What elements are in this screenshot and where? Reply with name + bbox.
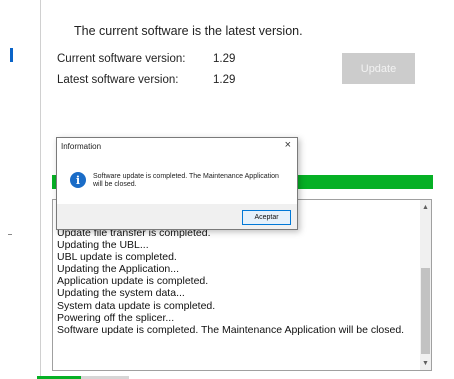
- log-line: UBL update is completed.: [57, 251, 177, 264]
- log-line: System data update is completed.: [57, 299, 216, 312]
- log-line: Updating the system data...: [57, 287, 185, 300]
- sidebar-selection-indicator: [10, 48, 13, 62]
- log-line: Updating the Application...: [57, 263, 180, 276]
- log-line: Application update is completed.: [57, 275, 209, 288]
- scroll-up-arrow-icon[interactable]: ▲: [420, 200, 431, 214]
- scroll-thumb[interactable]: [421, 268, 430, 354]
- status-message: The current software is the latest versi…: [74, 24, 303, 38]
- log-line: Software update is completed. The Mainte…: [57, 323, 405, 336]
- dialog-message: Software update is completed. The Mainte…: [93, 173, 279, 188]
- aceptar-button[interactable]: Aceptar: [242, 210, 291, 225]
- log-scrollbar[interactable]: ▲ ▼: [420, 200, 431, 370]
- update-button[interactable]: Update: [342, 53, 415, 84]
- scroll-down-arrow-icon[interactable]: ▼: [420, 356, 431, 370]
- dialog-title: Information: [61, 142, 102, 151]
- panel-divider: [40, 0, 41, 379]
- log-lines: Update file transfer is completed. Updat…: [57, 227, 404, 336]
- latest-version-label: Latest software version:: [57, 74, 179, 86]
- information-dialog: Information × i Software update is compl…: [56, 137, 298, 230]
- log-line: Updating the UBL...: [57, 239, 149, 252]
- log-line: Powering off the splicer...: [57, 311, 175, 324]
- current-version-value: 1.29: [213, 53, 236, 65]
- sidebar-tick-mark: [8, 234, 12, 235]
- close-icon[interactable]: ×: [285, 139, 291, 151]
- info-icon: i: [70, 172, 86, 188]
- latest-version-value: 1.29: [213, 74, 236, 86]
- current-version-label: Current software version:: [57, 53, 186, 65]
